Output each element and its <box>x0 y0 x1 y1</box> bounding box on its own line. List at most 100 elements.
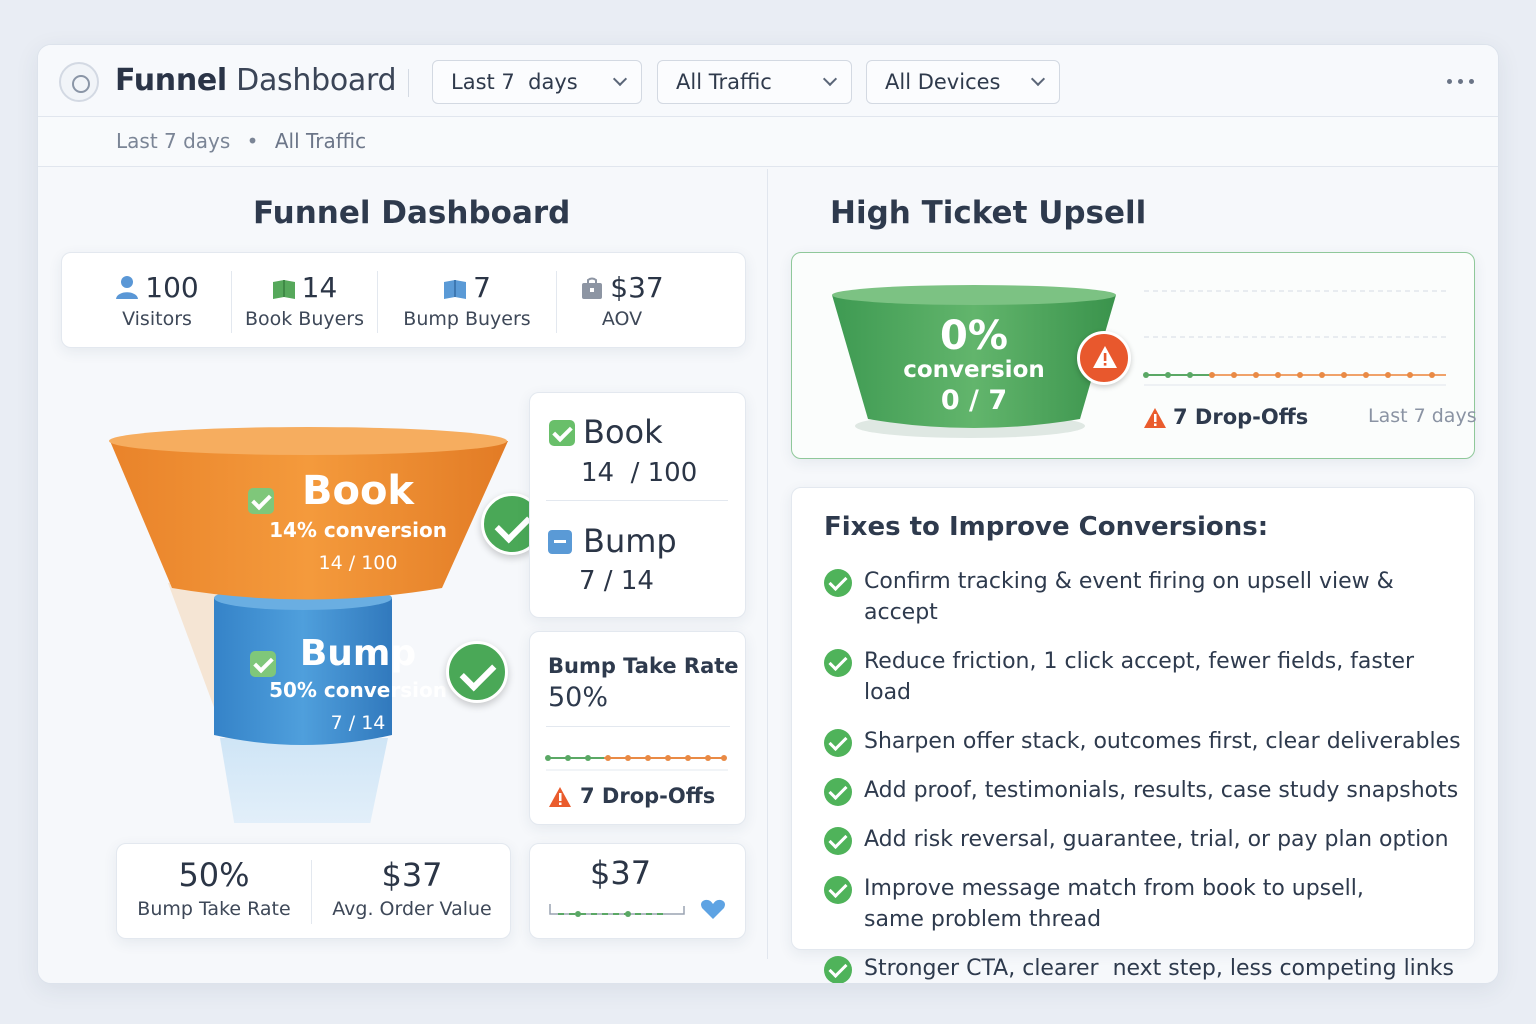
funnel-book-ratio: 14 / 100 <box>318 552 398 574</box>
side-bump-title: Bump <box>583 522 677 560</box>
chevron-down-icon <box>822 71 838 87</box>
stat-bump-buyers: 7 Bump Buyers <box>378 253 556 347</box>
upsell-stats: 0% conversion 0 / 7 <box>874 313 1074 416</box>
upsell-section-title: High Ticket Upsell <box>830 195 1147 231</box>
take-rate-value: 50% <box>548 682 609 713</box>
check-icon <box>824 956 852 983</box>
upsell-trend-chart <box>1143 290 1446 386</box>
aov-mini-value: $37 <box>590 854 652 892</box>
bump-square-icon <box>548 530 572 554</box>
stat-book-buyers: 14 Book Buyers <box>232 253 377 347</box>
list-item: Reduce friction, 1 click accept, fewer f… <box>824 646 1464 708</box>
check-icon <box>824 729 852 757</box>
bottom-take-rate: 50% Bump Take Rate <box>117 856 311 920</box>
funnel-bump-label: Bump 50% conversion 7 / 14 <box>258 633 458 734</box>
upsell-warning-icon <box>1077 331 1131 385</box>
bump-success-icon <box>446 641 508 703</box>
bottom-take-rate-value: 50% <box>178 856 250 894</box>
stat-visitors-label: Visitors <box>122 308 192 330</box>
chevron-down-icon <box>1030 71 1046 87</box>
bump-icon <box>444 280 467 299</box>
chevron-down-icon <box>612 71 628 87</box>
radio-icon[interactable] <box>59 62 99 102</box>
upsell-percent: 0% <box>940 313 1008 359</box>
book-icon <box>272 280 295 299</box>
list-item: Stronger CTA, clearer next step, less co… <box>824 953 1464 983</box>
upsell-range: Last 7 days <box>1368 405 1477 427</box>
divider <box>546 726 730 727</box>
stat-bump-buyers-value: 7 <box>473 271 491 304</box>
traffic-select[interactable]: All Traffic <box>657 60 852 104</box>
app-title-bold: Funnel <box>115 63 227 98</box>
take-rate-title: Bump Take Rate <box>548 654 739 678</box>
bag-icon <box>582 277 603 299</box>
funnel-bottom-stage <box>220 738 388 823</box>
devices-select[interactable]: All Devices <box>866 60 1060 104</box>
stat-book-buyers-label: Book Buyers <box>244 308 365 330</box>
funnel-section-title: Funnel Dashboard <box>253 195 571 231</box>
stat-aov-value: $37 <box>610 271 664 304</box>
aov-sparkline <box>549 904 685 917</box>
breadcrumb-traffic[interactable]: All Traffic <box>275 129 366 153</box>
fix-text: Improve message match from book to upsel… <box>864 876 1364 932</box>
stat-bump-buyers-label: Bump Buyers <box>403 308 531 330</box>
funnel-bump-ratio: 7 / 14 <box>330 712 386 734</box>
upsell-card: 0% conversion 0 / 7 7 Drop-Offs Last 7 d… <box>791 252 1477 459</box>
funnel-bump-title: Bump <box>299 633 417 674</box>
fix-text: Add risk reversal, guarantee, trial, or … <box>864 827 1449 852</box>
top-bar: Funnel Dashboard Last 7 days All Traffic… <box>38 45 1498 117</box>
fix-text: Confirm tracking & event firing on upsel… <box>864 569 1394 625</box>
take-rate-dropoffs: 7 Drop-Offs <box>580 784 716 808</box>
stat-aov-label: AOV <box>601 308 643 330</box>
bottom-aov: $37 Avg. Order Value <box>312 856 512 920</box>
date-range-select[interactable]: Last 7 days <box>432 60 642 104</box>
divider <box>546 500 728 501</box>
user-icon <box>116 276 139 299</box>
take-rate-card: Bump Take Rate 50% 7 Drop-Offs <box>529 631 746 825</box>
heart-icon[interactable] <box>700 898 726 920</box>
dropoff-sparkline <box>545 755 728 771</box>
fixes-list: Confirm tracking & event firing on upsel… <box>824 566 1464 983</box>
breadcrumb-range[interactable]: Last 7 days <box>116 129 230 153</box>
check-icon <box>824 649 852 677</box>
funnel-book-label: Book 14% conversion 14 / 100 <box>258 468 458 574</box>
funnel-bump-conversion: 50% conversion <box>269 678 447 702</box>
breadcrumb: Last 7 days • All Traffic <box>116 129 366 153</box>
fixes-card: Fixes to Improve Conversions: Confirm tr… <box>791 487 1475 983</box>
more-options-icon[interactable] <box>1447 79 1477 85</box>
stat-visitors-value: 100 <box>145 271 199 304</box>
traffic-value: All Traffic <box>676 70 772 94</box>
list-item: Add proof, testimonials, results, case s… <box>824 775 1464 806</box>
upsell-ratio: 0 / 7 <box>940 385 1008 416</box>
breadcrumb-bar: Last 7 days • All Traffic <box>38 117 1498 167</box>
list-item: Add risk reversal, guarantee, trial, or … <box>824 824 1464 855</box>
upsell-conversion-label: conversion <box>903 357 1045 383</box>
side-book-title: Book <box>583 413 663 451</box>
side-book-ratio: 14 / 100 <box>581 458 698 488</box>
column-divider <box>767 169 768 959</box>
funnel-book-title: Book <box>301 468 415 514</box>
devices-value: All Devices <box>885 70 1001 94</box>
bottom-take-rate-label: Bump Take Rate <box>137 898 291 920</box>
warning-icon <box>1144 408 1166 428</box>
dashboard-window: Funnel Dashboard Last 7 days All Traffic… <box>37 44 1499 984</box>
stat-visitors: 100 Visitors <box>62 253 252 347</box>
bottom-aov-label: Avg. Order Value <box>332 898 492 920</box>
fix-text: Stronger CTA, clearer next step, less co… <box>864 956 1454 981</box>
upsell-dropoffs: 7 Drop-Offs <box>1173 405 1309 429</box>
warning-icon <box>549 787 571 807</box>
aov-mini-card: $37 <box>529 843 746 939</box>
funnel-shapes <box>109 427 508 823</box>
date-range-value: Last 7 days <box>451 70 578 94</box>
check-icon <box>824 827 852 855</box>
funnel-book-conversion: 14% conversion <box>269 518 447 542</box>
list-item: Sharpen offer stack, outcomes first, cle… <box>824 726 1464 757</box>
list-item: Confirm tracking & event firing on upsel… <box>824 566 1464 628</box>
title-divider <box>408 69 409 97</box>
fix-text: Add proof, testimonials, results, case s… <box>864 778 1459 803</box>
stats-card: 100 Visitors 14 Book Buyers 7 Bump Buyer… <box>61 252 746 348</box>
bottom-stats-card: 50% Bump Take Rate $37 Avg. Order Value <box>116 843 511 939</box>
app-title-rest: Dashboard <box>236 63 397 98</box>
check-icon <box>824 569 852 597</box>
check-icon <box>824 778 852 806</box>
